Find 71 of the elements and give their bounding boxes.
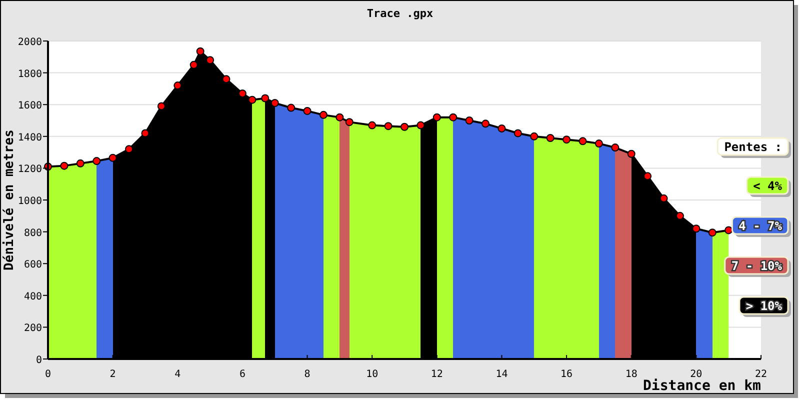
data-point [578, 137, 587, 146]
data-point [465, 116, 474, 124]
data-point [514, 129, 522, 138]
y-tick-label: 1600 [18, 100, 42, 112]
y-tick-label: 1800 [18, 68, 42, 80]
legend-item: 7 - 10% [724, 256, 791, 277]
data-point [449, 113, 458, 122]
data-point [287, 104, 296, 112]
x-tick-label: 18 [625, 369, 638, 380]
data-point [157, 102, 166, 110]
y-tick-label: 600 [24, 260, 42, 271]
x-tick-label: 6 [239, 369, 246, 380]
data-point [319, 110, 328, 119]
y-tick-label: 400 [24, 291, 42, 302]
data-point [141, 129, 150, 138]
data-point [60, 162, 68, 170]
x-tick-label: 12 [430, 369, 443, 380]
y-axis-label: Dénivelé en metres [2, 130, 17, 270]
data-point [190, 60, 198, 69]
data-point [261, 94, 270, 102]
data-point [482, 120, 490, 128]
data-point [530, 132, 538, 140]
data-point [76, 159, 84, 168]
legend-item: > 10% [738, 296, 791, 317]
y-tick-label: 0 [36, 355, 42, 366]
x-tick-label: 0 [44, 369, 52, 380]
data-point [92, 157, 101, 166]
x-tick-label: 22 [754, 369, 768, 380]
y-tick-label: 1000 [18, 196, 42, 207]
data-point [248, 96, 256, 104]
legend-item: 4 - 7% [731, 216, 791, 237]
data-point [546, 134, 554, 142]
legend-title: Pentes : [716, 137, 791, 158]
data-point [400, 122, 408, 131]
data-point [303, 106, 312, 115]
data-point [724, 226, 733, 234]
legend-item: < 4% [746, 176, 791, 197]
data-point [206, 56, 214, 64]
data-point [345, 118, 354, 126]
data-point [368, 121, 376, 130]
x-tick-label: 4 [174, 369, 181, 380]
data-point [660, 194, 668, 202]
data-point [432, 113, 441, 122]
y-tick-label: 1400 [18, 132, 42, 144]
x-axis-label: Distance en km [642, 378, 761, 394]
x-tick-label: 14 [496, 369, 508, 380]
x-tick-label: 2 [110, 369, 116, 380]
data-point [196, 47, 204, 56]
x-tick-label: 20 [690, 369, 702, 380]
data-point [562, 136, 571, 144]
chart-title: Trace .gpx [366, 7, 434, 20]
data-point [222, 75, 230, 84]
data-point [416, 121, 425, 130]
data-point [108, 154, 117, 162]
data-point [498, 124, 506, 132]
data-point [627, 150, 636, 158]
data-point [611, 144, 620, 152]
x-tick-label: 10 [366, 369, 378, 380]
y-tick-label: 800 [24, 228, 42, 239]
y-tick-label: 2000 [18, 37, 42, 48]
y-tick-label: 200 [24, 323, 42, 334]
y-tick-label: 1200 [18, 164, 42, 176]
data-point [125, 145, 134, 154]
data-point [692, 224, 700, 233]
x-tick-label: 8 [304, 369, 310, 380]
data-point [336, 113, 344, 122]
data-point [384, 122, 392, 130]
data-point [708, 228, 716, 237]
data-point [644, 172, 652, 180]
data-point [174, 82, 182, 90]
x-tick-label: 16 [560, 369, 573, 380]
